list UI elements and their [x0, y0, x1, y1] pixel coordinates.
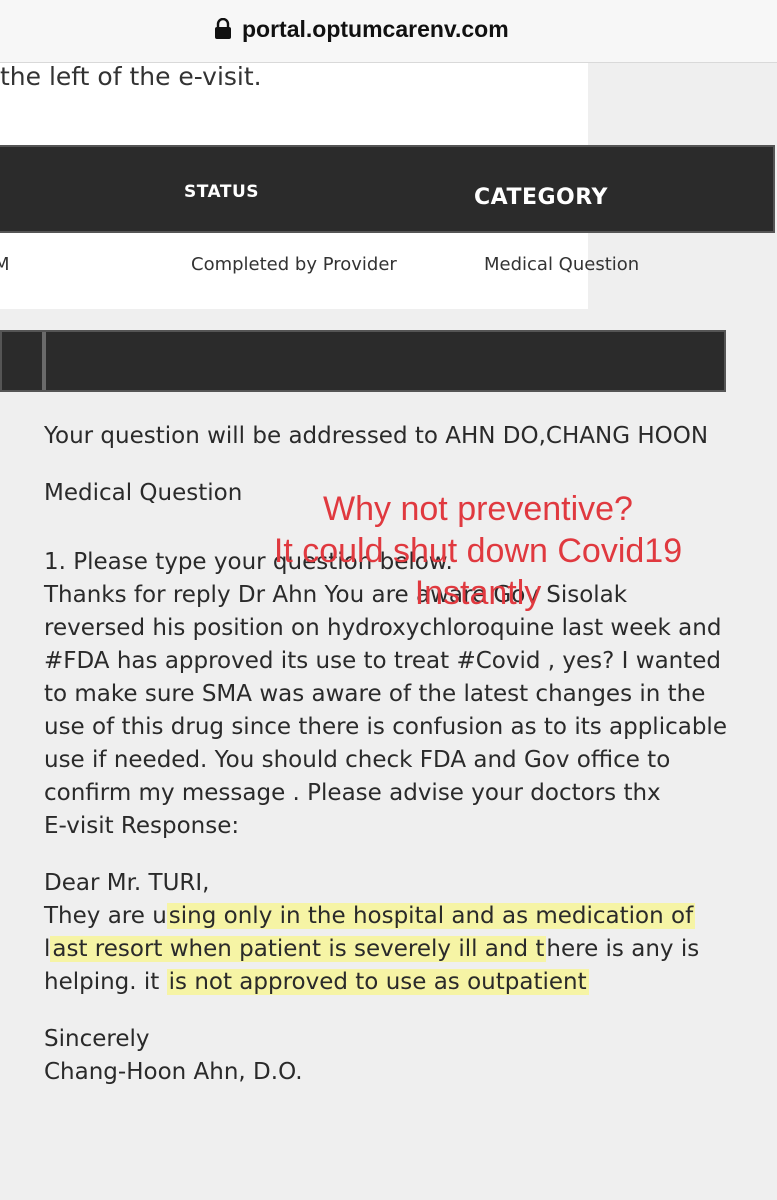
annotation-line-1: Why not preventive? [323, 490, 633, 528]
response-label: E-visit Response: [44, 813, 240, 839]
browser-address-bar[interactable]: portal.optumcarenv.com [0, 0, 777, 63]
response-text: They are using only in the hospital and … [44, 903, 700, 995]
closing: Sincerely [44, 1026, 150, 1052]
response-greeting: Dear Mr. TURI, [44, 870, 210, 896]
message-header-bar [0, 330, 726, 392]
lock-icon [215, 18, 231, 39]
highlight-3: is not approved to use as outpatient [166, 969, 589, 995]
cell-category: Medical Question [484, 254, 640, 275]
url-display[interactable]: portal.optumcarenv.com [214, 13, 509, 45]
annotation-line-2: It could shut down Covid19 [273, 532, 683, 570]
annotation-line-3: Instantly [414, 574, 542, 612]
intro-text: the left of the e-visit. [0, 62, 262, 91]
column-header-status[interactable]: STATUS [184, 182, 259, 202]
table-header: STATUS CATEGORY [0, 145, 775, 233]
red-annotation: Why not preventive? It could shut down C… [238, 488, 718, 614]
cell-time: M [0, 254, 10, 275]
addressed-to: Your question will be addressed to AHN D… [44, 423, 709, 449]
highlight-2: ast resort when patient is severely ill … [50, 936, 547, 962]
highlight-1: sing only in the hospital and as medicat… [166, 903, 696, 929]
table-row[interactable]: M Completed by Provider Medical Question [0, 236, 639, 308]
url-text: portal.optumcarenv.com [242, 15, 509, 42]
signature: Chang-Hoon Ahn, D.O. [44, 1059, 303, 1085]
column-header-category[interactable]: CATEGORY [474, 185, 608, 210]
bar-divider [42, 332, 46, 390]
cell-status: Completed by Provider [191, 254, 397, 275]
